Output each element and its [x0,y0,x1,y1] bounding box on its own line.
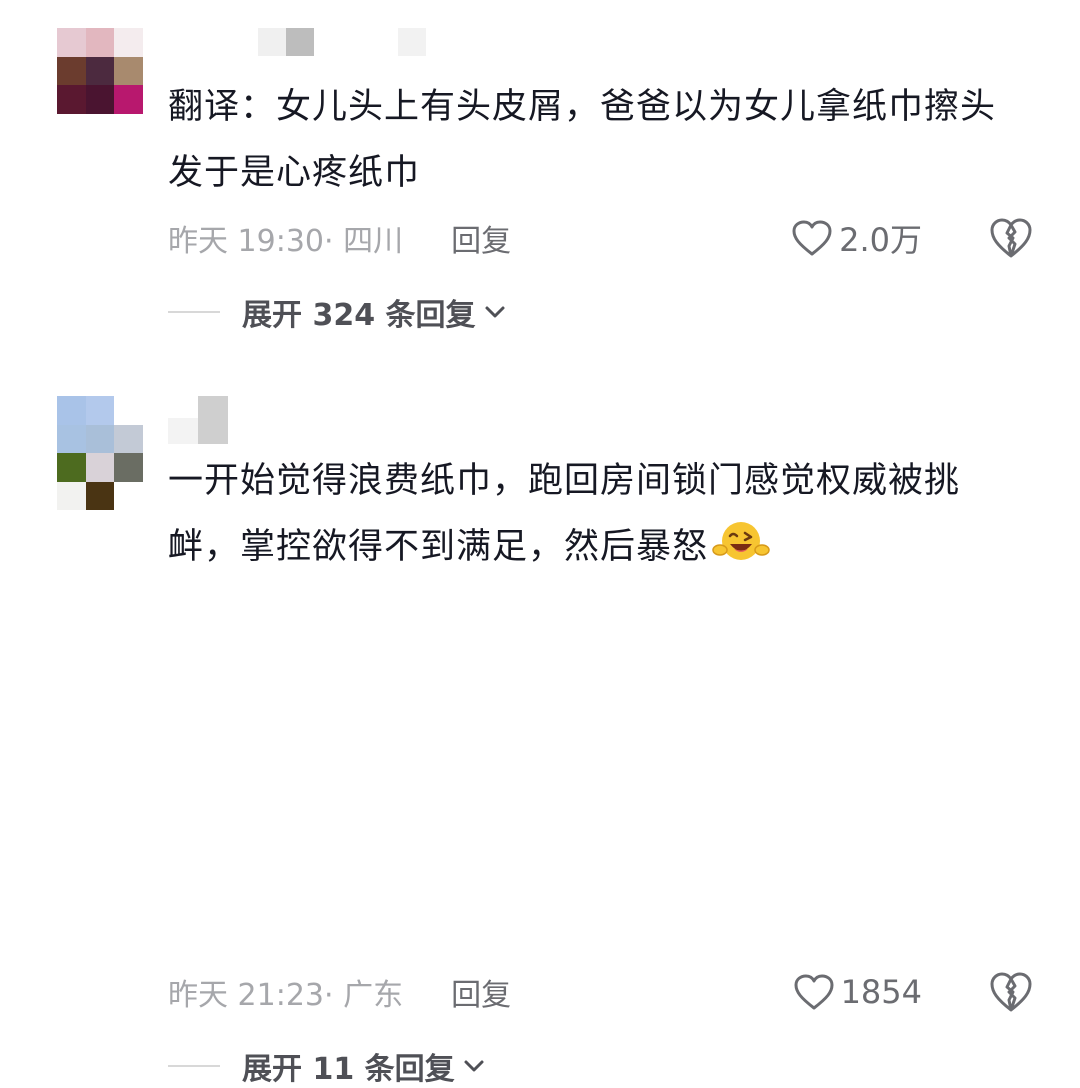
broken-heart-icon[interactable] [988,216,1034,260]
chevron-down-icon [464,1060,484,1072]
comment-meta: 昨天 19:30 · 四川 回复 [168,216,511,260]
divider-line [168,1065,220,1067]
like-count: 2.0万 [839,221,922,259]
comment-text: 一开始觉得浪费纸巾，跑回房间锁门感觉权威被挑衅，掌控欲得不到满足，然后暴怒 [168,448,1018,580]
reply-button[interactable]: 回复 [451,216,511,260]
laughing-wink-emoji-icon [712,522,770,560]
expand-replies-button[interactable]: 展开 324 条回复 [168,292,506,333]
like-count: 1854 [840,973,922,1011]
comment-location: · 四川 [324,224,404,259]
avatar[interactable] [57,396,143,510]
reply-button[interactable]: 回复 [451,970,511,1014]
comment-text-content: 一开始觉得浪费纸巾，跑回房间锁门感觉权威被挑衅，掌控欲得不到满足，然后暴怒 [168,461,961,567]
heart-outline-icon [794,974,834,1010]
comment-time: 昨天 21:23 [168,978,324,1013]
like-button[interactable]: 1854 [793,972,922,1012]
comment-location: · 广东 [324,978,404,1013]
expand-replies-label: 展开 11 条回复 [242,1052,455,1087]
expand-replies-label: 展开 324 条回复 [242,298,476,333]
username-pixelated[interactable] [168,28,426,58]
expand-replies-button[interactable]: 展开 11 条回复 [168,1046,485,1087]
divider-line [168,311,220,313]
username-pixelated[interactable] [168,396,228,444]
comment-time: 昨天 19:30 [168,224,324,259]
broken-heart-icon[interactable] [988,970,1034,1014]
comment-meta: 昨天 21:23 · 广东 回复 [168,970,511,1014]
avatar[interactable] [57,28,143,114]
heart-outline-icon [792,220,832,256]
like-button[interactable]: 2.0万 [791,218,922,259]
chevron-down-icon [485,306,505,318]
comment-text: 翻译：女儿头上有头皮屑，爸爸以为女儿拿纸巾擦头发于是心疼纸巾 [168,87,997,193]
